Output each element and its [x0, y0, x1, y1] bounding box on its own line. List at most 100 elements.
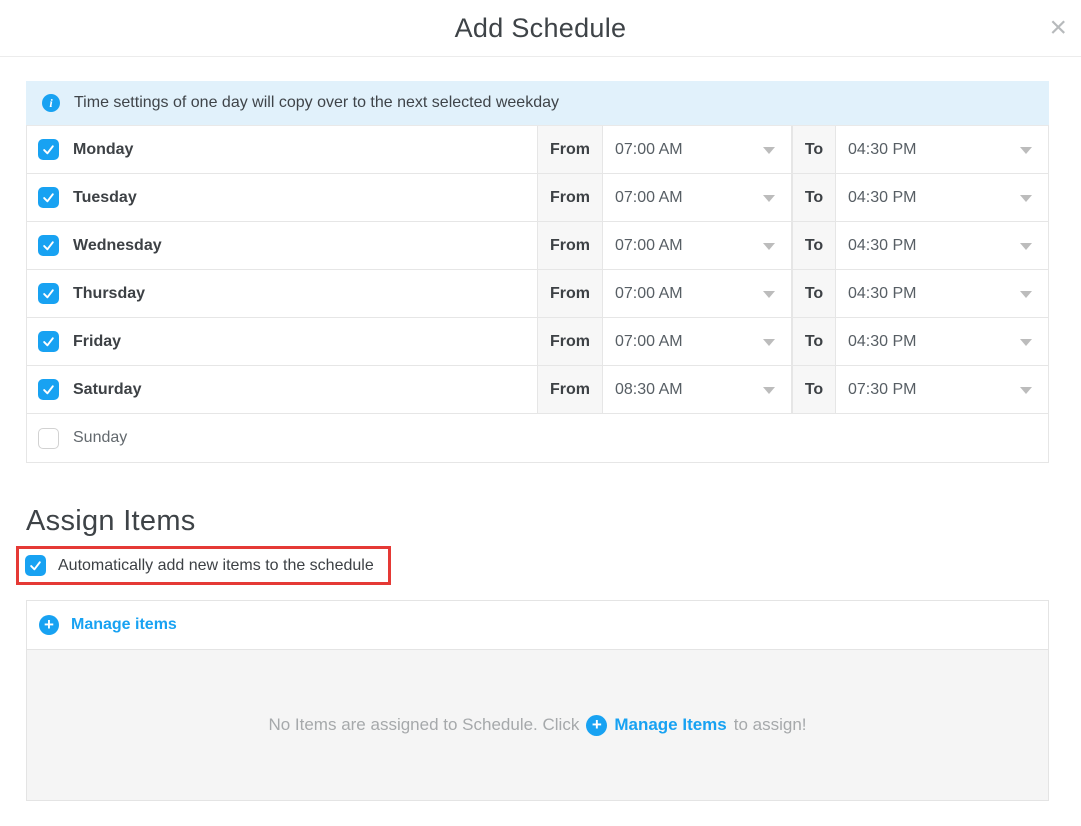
- auto-add-label: Automatically add new items to the sched…: [58, 557, 374, 575]
- from-time-value: 07:00 AM: [615, 285, 683, 303]
- chevron-down-icon: [1020, 291, 1032, 298]
- modal-body: i Time settings of one day will copy ove…: [0, 57, 1081, 801]
- schedule-row: Tuesday From 07:00 AM To 04:30 PM: [27, 174, 1048, 222]
- checkmark-icon: [42, 239, 55, 252]
- day-checkbox[interactable]: [38, 331, 59, 352]
- to-time-value: 04:30 PM: [848, 141, 916, 159]
- to-label: To: [792, 270, 836, 317]
- to-label: To: [792, 174, 836, 221]
- day-label: Saturday: [73, 381, 141, 399]
- info-icon: i: [42, 94, 60, 112]
- empty-state-prefix: No Items are assigned to Schedule. Click: [268, 715, 579, 735]
- to-time-value: 04:30 PM: [848, 237, 916, 255]
- to-time-value: 04:30 PM: [848, 285, 916, 303]
- checkmark-icon: [42, 287, 55, 300]
- day-label: Wednesday: [73, 237, 162, 255]
- chevron-down-icon: [1020, 195, 1032, 202]
- schedule-table: MondayFrom07:00 AMTo04:30 PMTuesdayFrom0…: [26, 125, 1049, 463]
- day-label: Friday: [73, 333, 121, 351]
- from-label: From: [537, 318, 603, 365]
- to-time-select[interactable]: 04:30 PM: [836, 318, 1048, 365]
- manage-items-link-inline[interactable]: Manage Items: [614, 715, 726, 735]
- day-label: Thursday: [73, 285, 145, 303]
- day-label: Monday: [73, 141, 133, 159]
- plus-circle-icon[interactable]: +: [39, 615, 59, 635]
- to-label: To: [792, 222, 836, 269]
- chevron-down-icon: [763, 243, 775, 250]
- chevron-down-icon: [1020, 339, 1032, 346]
- schedule-row: Sunday: [27, 414, 1048, 462]
- from-label: From: [537, 270, 603, 317]
- from-label: From: [537, 222, 603, 269]
- checkmark-icon: [42, 143, 55, 156]
- assign-items-heading: Assign Items: [26, 505, 1049, 538]
- checkmark-icon: [29, 559, 42, 572]
- checkmark-icon: [42, 335, 55, 348]
- empty-items-area: No Items are assigned to Schedule. Click…: [27, 649, 1048, 800]
- day-checkbox[interactable]: [38, 235, 59, 256]
- from-label: From: [537, 366, 603, 413]
- page-title: Add Schedule: [0, 0, 1081, 56]
- day-cell: Tuesday: [27, 174, 537, 221]
- day-cell: Saturday: [27, 366, 537, 413]
- from-time-select[interactable]: 08:30 AM: [603, 366, 792, 413]
- plus-circle-icon[interactable]: +: [586, 715, 607, 736]
- close-icon[interactable]: ×: [1049, 8, 1067, 48]
- info-banner-text: Time settings of one day will copy over …: [74, 94, 559, 112]
- assigned-items-panel: + Manage items No Items are assigned to …: [26, 600, 1049, 801]
- day-checkbox[interactable]: [38, 379, 59, 400]
- to-time-value: 04:30 PM: [848, 333, 916, 351]
- day-label: Sunday: [73, 429, 127, 447]
- from-label: From: [537, 174, 603, 221]
- to-time-select[interactable]: 04:30 PM: [836, 126, 1048, 173]
- day-checkbox[interactable]: [38, 139, 59, 160]
- chevron-down-icon: [763, 147, 775, 154]
- chevron-down-icon: [763, 195, 775, 202]
- from-label: From: [537, 126, 603, 173]
- from-time-select[interactable]: 07:00 AM: [603, 126, 792, 173]
- from-time-select[interactable]: 07:00 AM: [603, 318, 792, 365]
- to-time-select[interactable]: 04:30 PM: [836, 222, 1048, 269]
- auto-add-highlight-box: Automatically add new items to the sched…: [16, 546, 391, 585]
- schedule-row: FridayFrom07:00 AMTo04:30 PM: [27, 318, 1048, 366]
- from-time-select[interactable]: 07:00 AM: [603, 174, 792, 221]
- day-cell: Friday: [27, 318, 537, 365]
- chevron-down-icon: [1020, 243, 1032, 250]
- auto-add-checkbox[interactable]: [25, 555, 46, 576]
- to-time-select[interactable]: 07:30 PM: [836, 366, 1048, 413]
- chevron-down-icon: [763, 387, 775, 394]
- manage-items-bar: + Manage items: [27, 601, 1048, 649]
- day-label: Tuesday: [73, 189, 137, 207]
- from-time-value: 07:00 AM: [615, 189, 683, 207]
- day-cell: Sunday: [27, 414, 537, 462]
- to-time-value: 04:30 PM: [848, 189, 916, 207]
- checkmark-icon: [42, 383, 55, 396]
- schedule-row: MondayFrom07:00 AMTo04:30 PM: [27, 126, 1048, 174]
- chevron-down-icon: [763, 339, 775, 346]
- to-time-select[interactable]: 04:30 PM: [836, 270, 1048, 317]
- chevron-down-icon: [1020, 387, 1032, 394]
- day-cell: Wednesday: [27, 222, 537, 269]
- schedule-row: Saturday From 08:30 AM To 07:30 PM: [27, 366, 1048, 414]
- schedule-row: Wednesday From 07:00 AM To 04:30 PM: [27, 222, 1048, 270]
- modal-header: Add Schedule ×: [0, 0, 1081, 57]
- to-time-select[interactable]: 04:30 PM: [836, 174, 1048, 221]
- from-time-select[interactable]: 07:00 AM: [603, 222, 792, 269]
- day-checkbox[interactable]: [38, 187, 59, 208]
- from-time-select[interactable]: 07:00 AM: [603, 270, 792, 317]
- manage-items-link[interactable]: Manage items: [71, 616, 177, 634]
- to-time-value: 07:30 PM: [848, 381, 916, 399]
- schedule-row: Thursday From 07:00 AM To 04:30 PM: [27, 270, 1048, 318]
- day-checkbox[interactable]: [38, 428, 59, 449]
- chevron-down-icon: [1020, 147, 1032, 154]
- day-cell: Monday: [27, 126, 537, 173]
- to-label: To: [792, 366, 836, 413]
- from-time-value: 07:00 AM: [615, 333, 683, 351]
- empty-state-suffix: to assign!: [734, 715, 807, 735]
- info-banner: i Time settings of one day will copy ove…: [26, 81, 1049, 125]
- checkmark-icon: [42, 191, 55, 204]
- day-cell: Thursday: [27, 270, 537, 317]
- from-time-value: 07:00 AM: [615, 237, 683, 255]
- from-time-value: 08:30 AM: [615, 381, 683, 399]
- day-checkbox[interactable]: [38, 283, 59, 304]
